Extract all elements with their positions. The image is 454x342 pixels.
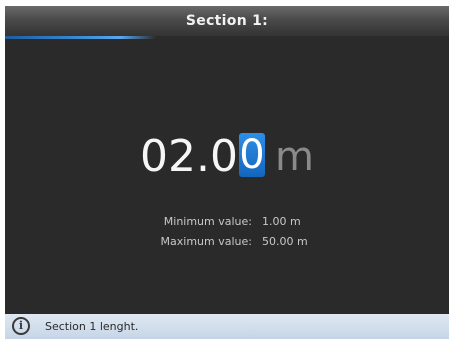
unit-label: m (275, 134, 314, 180)
info-icon: i (12, 317, 30, 335)
minimum-label: Minimum value: (163, 215, 252, 228)
page-title: Section 1: (185, 13, 269, 29)
device-screen: Section 1: 02.00 m Minimum value: 1.00 m M… (5, 6, 449, 339)
value-digits[interactable]: 02.0 (140, 131, 238, 182)
status-bar: i Section 1 lenght. (5, 314, 449, 339)
maximum-value: 50.00 m (262, 235, 308, 248)
header-accent-line (5, 36, 449, 39)
digit-cursor[interactable]: 0 (239, 133, 265, 177)
maximum-row: Maximum value: 50.00 m (5, 232, 449, 252)
status-text: Section 1 lenght. (45, 320, 139, 333)
value-editor[interactable]: 02.00 m (5, 124, 449, 190)
value-limits: Minimum value: 1.00 m Maximum value: 50.00… (5, 212, 449, 252)
minimum-row: Minimum value: 1.00 m (5, 212, 449, 232)
maximum-label: Maximum value: (160, 235, 252, 248)
title-bar: Section 1: (5, 6, 449, 36)
minimum-value: 1.00 m (262, 215, 301, 228)
